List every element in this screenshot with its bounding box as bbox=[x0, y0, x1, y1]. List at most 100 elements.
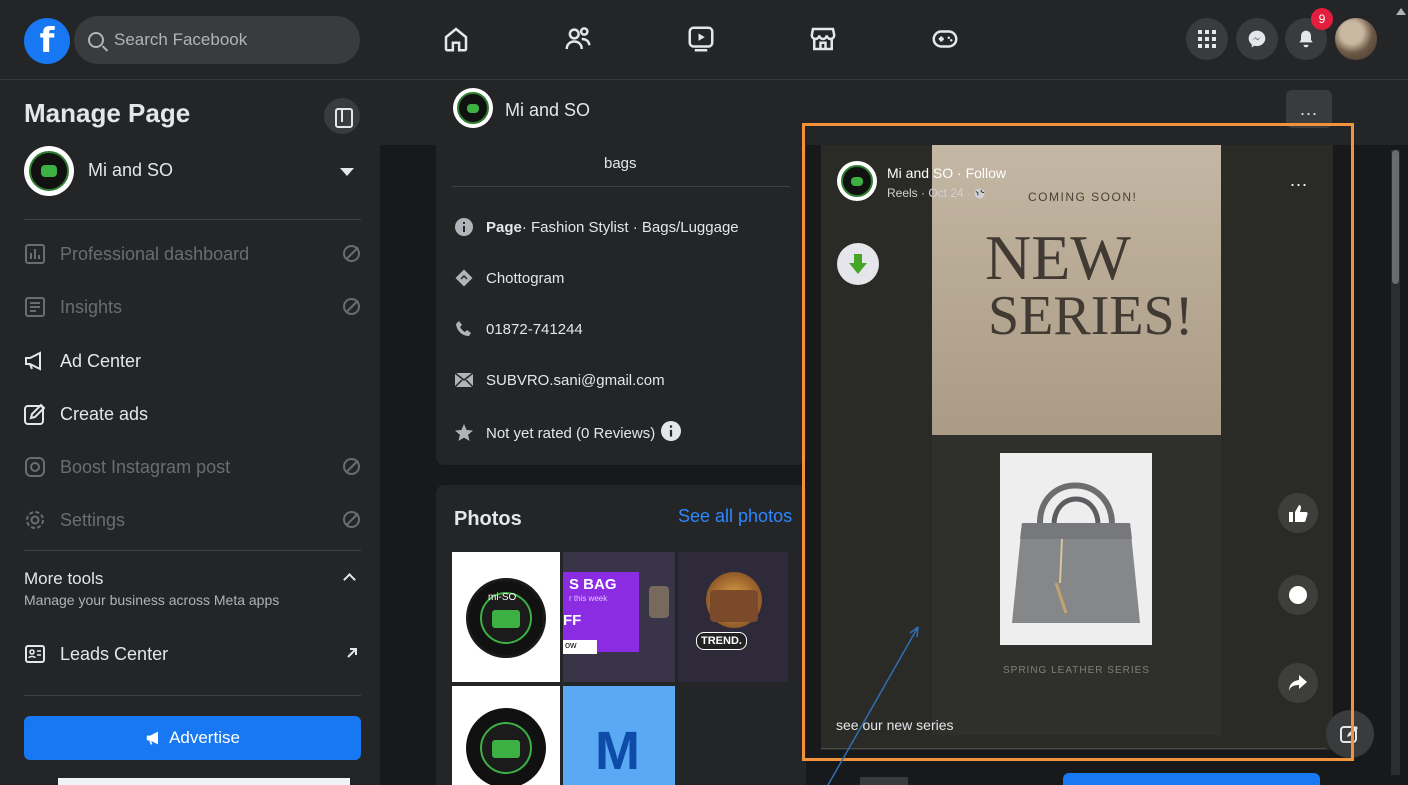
pencil-icon bbox=[24, 403, 46, 425]
unavailable-icon bbox=[343, 298, 360, 315]
intro-rating: Not yet rated (0 Reviews) bbox=[454, 421, 682, 445]
intro-category: Page · Fashion Stylist · Bags/Luggage bbox=[454, 217, 739, 237]
page-switcher-caret-icon[interactable] bbox=[340, 168, 354, 176]
sidebar-item-professional-dashboard[interactable]: Professional dashboard bbox=[24, 234, 364, 274]
search-input[interactable]: Search Facebook bbox=[74, 16, 360, 64]
intro-phone: 01872-741244 bbox=[454, 319, 583, 339]
handbag-image bbox=[1000, 453, 1152, 645]
reel-meta-text: Reels · Oct 24 · bbox=[887, 186, 972, 200]
photo-thumbnail[interactable]: TREND. bbox=[678, 552, 788, 682]
unavailable-icon bbox=[343, 245, 360, 262]
insights-icon bbox=[24, 296, 46, 318]
dashboard-icon bbox=[24, 243, 46, 265]
rating-text: Not yet rated (0 Reviews) bbox=[486, 424, 656, 442]
reel-more-button[interactable]: ... bbox=[1290, 170, 1308, 191]
advertise-button[interactable]: Advertise bbox=[24, 716, 361, 760]
advertise-label: Advertise bbox=[169, 728, 240, 747]
sidebar-item-ad-center[interactable]: Ad Center bbox=[24, 341, 364, 381]
logo-text: mi-SO bbox=[488, 592, 517, 603]
share-button[interactable] bbox=[1278, 663, 1318, 703]
search-placeholder: Search Facebook bbox=[114, 30, 248, 49]
sidebar-item-insights[interactable]: Insights bbox=[24, 287, 364, 327]
page-name: Mi and SO bbox=[88, 160, 174, 180]
like-button[interactable] bbox=[1278, 493, 1318, 533]
headline-series: SERIES! bbox=[988, 285, 1194, 347]
compose-icon bbox=[1340, 726, 1358, 743]
email-text[interactable]: SUBVRO.sani@gmail.com bbox=[486, 372, 665, 389]
photo-thumbnail[interactable] bbox=[452, 686, 560, 785]
megaphone-icon bbox=[24, 350, 46, 372]
thumbs-up-icon bbox=[1289, 505, 1308, 522]
phone-text[interactable]: 01872-741244 bbox=[486, 321, 583, 338]
thumb-letter: M bbox=[595, 721, 640, 781]
location-diamond-icon bbox=[454, 268, 474, 288]
sidebar-item-label: Boost Instagram post bbox=[60, 456, 231, 477]
sidebar-title: Manage Page bbox=[24, 98, 191, 128]
friends-icon[interactable] bbox=[563, 24, 593, 54]
see-all-photos-link[interactable]: See all photos bbox=[678, 506, 792, 527]
external-link-arrow-icon bbox=[347, 648, 357, 658]
watch-icon[interactable] bbox=[686, 24, 716, 54]
bell-icon bbox=[1299, 30, 1313, 48]
leads-icon bbox=[24, 643, 46, 665]
search-icon bbox=[88, 32, 104, 48]
reel-author[interactable]: Mi and SO · Follow bbox=[887, 165, 1006, 181]
sidebar-item-label: Professional dashboard bbox=[60, 243, 250, 264]
headline-new: NEW bbox=[985, 222, 1131, 293]
intro-card bbox=[436, 145, 806, 465]
gaming-icon[interactable] bbox=[930, 24, 960, 54]
thumb-promo-title: S BAG bbox=[569, 576, 617, 593]
page-more-button[interactable]: ... bbox=[1286, 90, 1332, 128]
notification-badge: 9 bbox=[1311, 8, 1333, 30]
sidebar-item-label: Create ads bbox=[60, 403, 149, 424]
header-page-name: Mi and SO bbox=[505, 100, 591, 120]
header-page-avatar[interactable] bbox=[453, 88, 493, 128]
page-avatar[interactable] bbox=[24, 146, 74, 196]
sidebar-item-label: Settings bbox=[60, 509, 126, 530]
unavailable-icon bbox=[343, 458, 360, 475]
comment-button[interactable] bbox=[1278, 575, 1318, 615]
sidebar-item-leads-center[interactable]: Leads Center bbox=[24, 634, 364, 674]
intro-location: Chottogram bbox=[454, 268, 564, 288]
thumb-trend-label: TREND. bbox=[696, 632, 747, 650]
comment-icon bbox=[1289, 586, 1307, 604]
account-avatar[interactable] bbox=[1333, 16, 1379, 62]
sidebar-item-create-ads[interactable]: Create ads bbox=[24, 394, 364, 434]
share-arrow-icon bbox=[1289, 675, 1307, 691]
scrollbar-thumb[interactable] bbox=[1392, 150, 1399, 284]
download-button[interactable] bbox=[837, 243, 879, 285]
category-text: · Fashion Stylist · Bags/Luggage bbox=[521, 218, 739, 236]
top-navigation-bar: f Search Facebook 9 bbox=[0, 0, 1408, 80]
new-message-button[interactable] bbox=[1326, 710, 1374, 758]
intro-email: SUBVRO.sani@gmail.com bbox=[454, 370, 665, 390]
marketplace-icon[interactable] bbox=[808, 24, 838, 54]
info-icon bbox=[454, 217, 474, 237]
partial-blue-button[interactable] bbox=[1063, 773, 1320, 785]
more-tools-subtitle: Manage your business across Meta apps bbox=[24, 592, 280, 608]
photos-title: Photos bbox=[454, 508, 522, 530]
thumb-promo-sub: r this week bbox=[569, 594, 608, 603]
location-text[interactable]: Chottogram bbox=[486, 270, 564, 287]
messenger-button[interactable] bbox=[1236, 18, 1278, 60]
menu-grid-button[interactable] bbox=[1186, 18, 1228, 60]
scroll-up-arrow-icon[interactable] bbox=[1396, 8, 1406, 15]
photo-thumbnail[interactable]: mi-SO bbox=[452, 552, 560, 682]
collapse-panel-button[interactable] bbox=[324, 98, 360, 134]
manage-page-sidebar: Manage Page Mi and SO Professional dashb… bbox=[0, 80, 380, 785]
sidebar-item-label: Ad Center bbox=[60, 350, 142, 371]
sidebar-item-settings[interactable]: Settings bbox=[24, 500, 364, 540]
facebook-logo[interactable]: f bbox=[24, 18, 70, 64]
thumb-promo-off: FF bbox=[563, 612, 582, 629]
mail-icon bbox=[454, 370, 474, 390]
instagram-icon bbox=[24, 456, 46, 478]
photo-thumbnail[interactable]: S BAG r this week FF ow bbox=[563, 552, 675, 682]
photo-thumbnail[interactable]: M bbox=[563, 686, 675, 785]
sidebar-item-boost-instagram[interactable]: Boost Instagram post bbox=[24, 447, 364, 487]
rating-info-icon[interactable] bbox=[661, 421, 682, 445]
gear-icon bbox=[24, 509, 46, 531]
reel-author-avatar[interactable] bbox=[837, 161, 877, 201]
home-icon[interactable] bbox=[441, 24, 471, 54]
more-tools-title: More tools bbox=[24, 569, 104, 588]
intro-description: bags bbox=[604, 155, 637, 172]
chevron-up-icon[interactable] bbox=[343, 573, 356, 586]
